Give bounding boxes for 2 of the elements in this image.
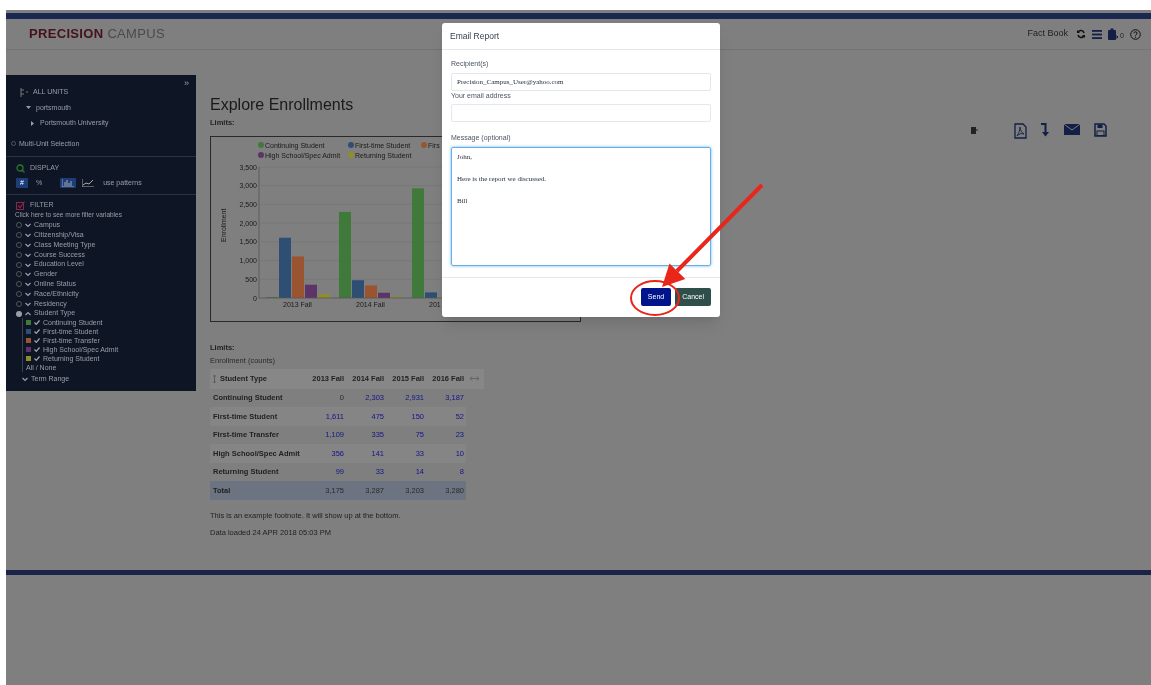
dialog-title: Email Report — [442, 23, 720, 50]
page-title: Explore Enrollments — [210, 95, 354, 115]
